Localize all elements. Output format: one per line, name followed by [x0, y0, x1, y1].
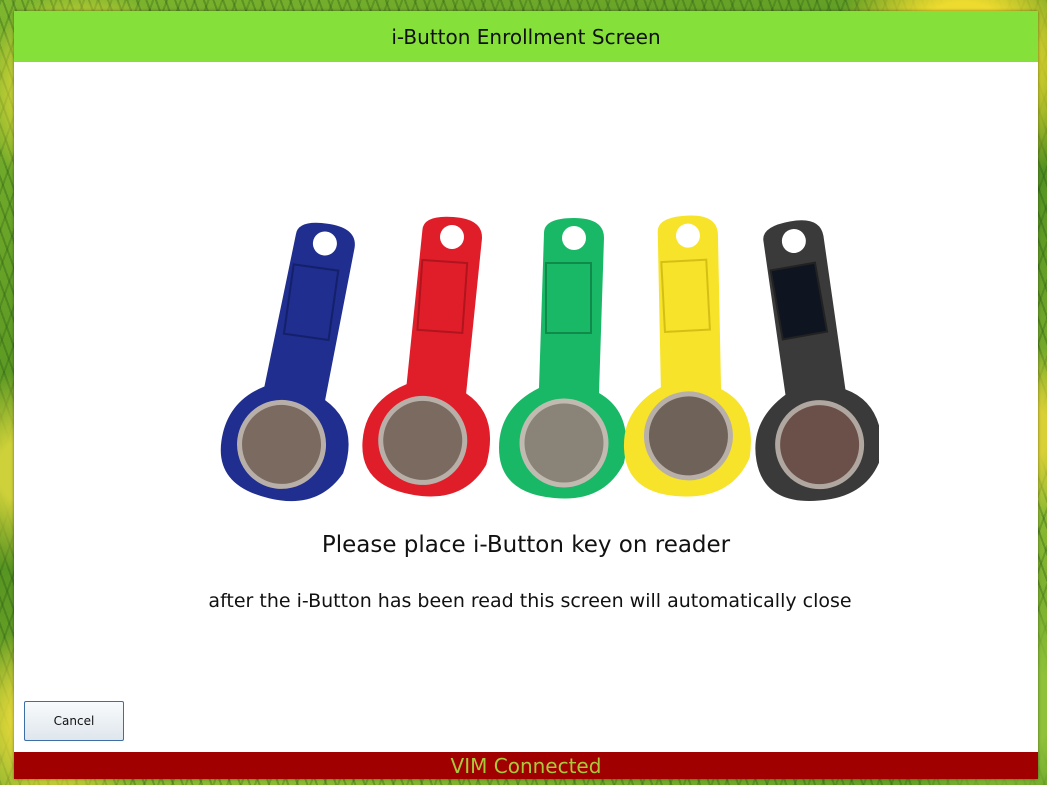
enrollment-window: i-Button Enrollment Screen Please place …	[14, 11, 1038, 779]
yellow-ibutton-key	[624, 215, 751, 497]
title-bar: i-Button Enrollment Screen	[14, 11, 1038, 62]
place-key-prompt: Please place i-Button key on reader	[321, 532, 731, 558]
ibutton-keys-image	[220, 215, 879, 502]
window-title: i-Button Enrollment Screen	[391, 24, 661, 49]
cancel-button[interactable]: Cancel	[24, 701, 124, 741]
red-ibutton-key	[362, 216, 491, 497]
connection-status: VIM Connected	[450, 753, 602, 778]
auto-close-note: after the i-Button has been read this sc…	[208, 590, 852, 612]
green-ibutton-key	[499, 218, 627, 499]
blue-ibutton-key	[220, 222, 355, 502]
status-bar: VIM Connected	[14, 752, 1038, 779]
